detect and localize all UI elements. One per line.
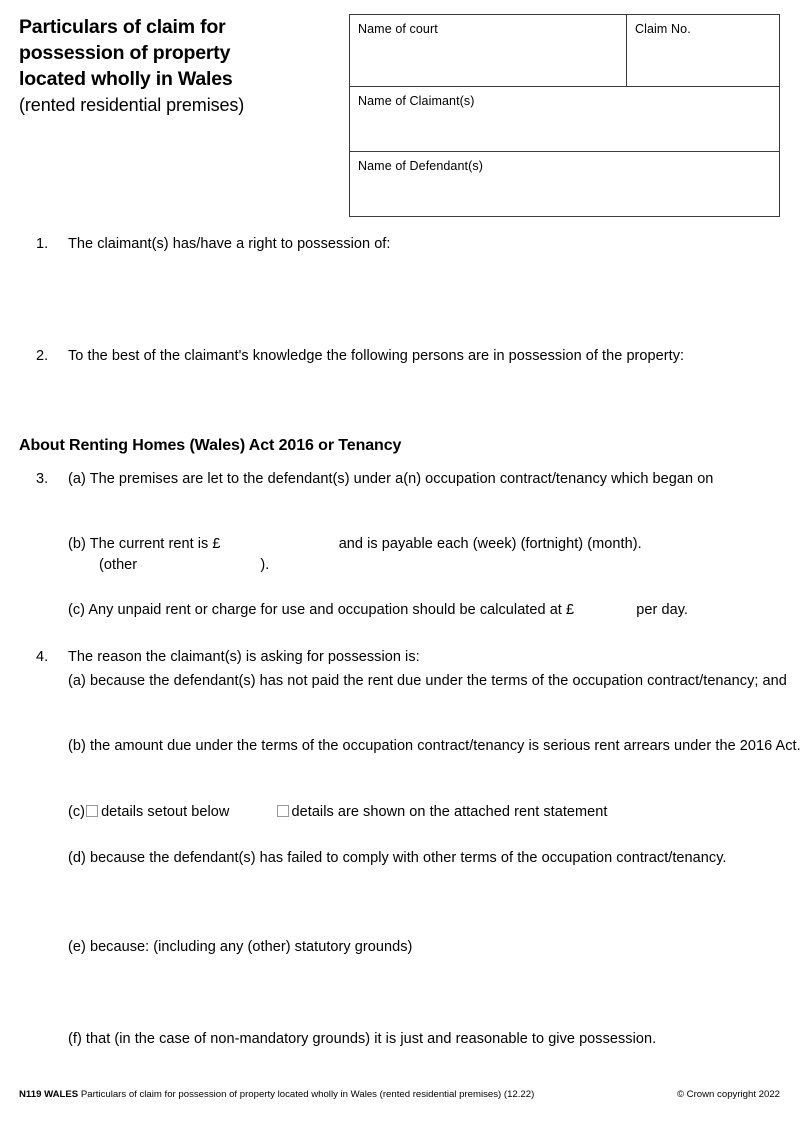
item-4a-text: (a) because the defendant(s) has not pai… [68, 673, 787, 689]
item-3c-text-part1: (c) Any unpaid rent or charge for use an… [68, 602, 575, 618]
title-line-2: possession of property [19, 42, 231, 64]
item-1-number: 1. [36, 236, 49, 252]
item-3a-text: (a) The premises are let to the defendan… [68, 471, 714, 487]
page-title: Particulars of claim for possession of p… [19, 14, 339, 118]
name-of-defendants-field[interactable]: Name of Defendant(s) [349, 152, 780, 217]
item-2-text: To the best of the claimant's knowledge … [68, 348, 685, 364]
claim-no-label: Claim No. [635, 22, 691, 36]
item-3c: (c) Any unpaid rent or charge for use an… [68, 600, 800, 621]
item-3b-text-part1: (b) The current rent is £ [68, 536, 221, 552]
item-1-text: The claimant(s) has/have a right to poss… [68, 236, 391, 252]
item-4-number: 4. [36, 649, 49, 665]
form-footer: N119 WALES Particulars of claim for poss… [0, 1088, 800, 1108]
item-4f-text: (f) that (in the case of non-mandatory g… [68, 1031, 657, 1047]
item-4: 4. The reason the claimant(s) is asking … [36, 647, 776, 668]
item-3c-text-part2: per day. [636, 602, 688, 618]
section-heading-renting-homes-act: About Renting Homes (Wales) Act 2016 or … [19, 437, 402, 454]
name-of-court-label: Name of court [358, 22, 438, 36]
footer-copyright: © Crown copyright 2022 [676, 1089, 780, 1100]
item-4b-text: (b) the amount due under the terms of th… [68, 738, 800, 754]
claim-no-field[interactable]: Claim No. [627, 15, 781, 86]
item-4d-text: (d) because the defendant(s) has failed … [68, 850, 727, 866]
footer-form-code: N119 WALES [19, 1089, 79, 1100]
item-4c-option-2-label: details are shown on the attached rent s… [291, 804, 608, 820]
name-of-claimants-field[interactable]: Name of Claimant(s) [349, 86, 780, 152]
name-of-court-field[interactable]: Name of court [350, 15, 627, 86]
item-4c: (c) details setout below details are show… [68, 802, 800, 823]
item-4c-option-1-label: details setout below [101, 804, 230, 820]
footer-form-reference: N119 WALES Particulars of claim for poss… [19, 1088, 534, 1101]
footer-form-description: Particulars of claim for possession of p… [80, 1089, 535, 1100]
item-3b-text-part3: (other [99, 557, 138, 573]
item-3b-text-part2: and is payable each (week) (fortnight) (… [338, 536, 642, 552]
item-3b: (b) The current rent is £ and is payable… [68, 534, 800, 576]
table-row-court-claim: Name of court Claim No. [349, 14, 780, 86]
item-1: 1. The claimant(s) has/have a right to p… [36, 234, 776, 255]
item-4-text: The reason the claimant(s) is asking for… [68, 649, 420, 665]
item-2: 2. To the best of the claimant's knowled… [36, 346, 776, 367]
checkbox-details-setout-below[interactable] [86, 805, 99, 817]
court-details-table: Name of court Claim No. Name of Claimant… [349, 14, 780, 217]
item-2-number: 2. [36, 348, 49, 364]
title-line-1: Particulars of claim for [19, 16, 226, 38]
checkbox-details-attached-rent-statement[interactable] [276, 805, 289, 817]
item-3b-text-part4: ). [260, 557, 270, 573]
item-3-number: 3. [36, 471, 49, 487]
item-4e-text: (e) because: (including any (other) stat… [68, 939, 413, 955]
item-4c-prefix: (c) [68, 804, 86, 820]
name-of-defendants-label: Name of Defendant(s) [358, 159, 483, 173]
name-of-claimants-label: Name of Claimant(s) [358, 94, 475, 108]
form-header: Particulars of claim for possession of p… [0, 0, 800, 228]
title-line-3: located wholly in Wales [19, 68, 233, 90]
page-subtitle: (rented residential premises) [19, 95, 245, 115]
